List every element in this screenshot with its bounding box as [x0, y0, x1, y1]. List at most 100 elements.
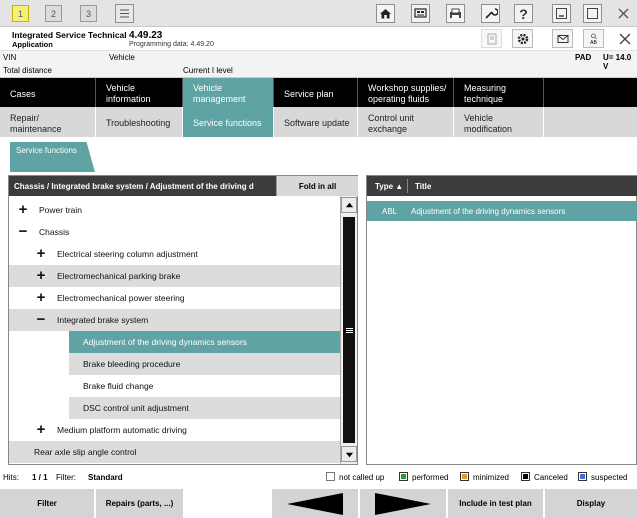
function-tree-panel: Chassis / Integrated brake system / Adju…: [8, 175, 358, 465]
tree-item-label: Electromechanical parking brake: [57, 271, 181, 281]
legend-minimized-icon: [460, 472, 469, 481]
legend-not-called-up: not called up: [339, 473, 385, 482]
tree-item[interactable]: + Electrical steering column adjustment: [9, 243, 340, 265]
tree-item[interactable]: Brake fluid change: [69, 375, 340, 397]
hits-value: 1 / 1: [32, 473, 48, 482]
legend-performed: performed: [412, 473, 449, 482]
app-version: 4.49.23: [129, 30, 163, 41]
workspace-2-button[interactable]: 2: [45, 5, 62, 22]
tab-cases[interactable]: Cases: [0, 78, 96, 107]
scroll-up-icon[interactable]: [341, 197, 357, 213]
minimize-icon[interactable]: [552, 4, 571, 23]
tree-item[interactable]: Brake bleeding procedure: [69, 353, 340, 375]
vehicle-bar: VIN Vehicle Total distance Current I lev…: [0, 51, 637, 78]
legend-not-called-up-icon: [326, 472, 335, 481]
tree-item[interactable]: DSC control unit adjustment: [69, 397, 340, 419]
tree-item-label: Brake bleeding procedure: [83, 359, 181, 369]
repairs-button[interactable]: Repairs (parts, ...): [96, 489, 185, 518]
arrow-left-icon: [287, 492, 343, 515]
print-icon[interactable]: [446, 4, 465, 23]
collapse-icon[interactable]: −: [34, 312, 48, 327]
expand-icon[interactable]: +: [34, 268, 48, 283]
expand-icon[interactable]: +: [34, 422, 48, 437]
vehicle-label: Vehicle: [109, 53, 135, 62]
workspace-1-button[interactable]: 1: [12, 5, 29, 22]
previous-button[interactable]: [272, 489, 360, 518]
close-icon[interactable]: [614, 4, 633, 23]
tab-service-plan[interactable]: Service plan: [274, 78, 358, 107]
arrow-right-icon: [375, 492, 431, 515]
tab-workshop-supplies[interactable]: Workshop supplies/ operating fluids: [358, 78, 454, 107]
tree-item-label: Medium platform automatic driving: [57, 425, 187, 435]
list-icon[interactable]: [115, 4, 134, 23]
column-type[interactable]: Type ▲: [375, 182, 403, 191]
tab-vehicle-modification[interactable]: Vehicle modification: [454, 107, 544, 137]
tree-item-label: Electromechanical power steering: [57, 293, 185, 303]
application-info-bar: Integrated Service Technical Application…: [0, 27, 637, 51]
tab-troubleshooting[interactable]: Troubleshooting: [96, 107, 183, 137]
column-title[interactable]: Title: [415, 182, 431, 191]
home-icon[interactable]: [376, 4, 395, 23]
tree-item[interactable]: + Electromechanical power steering: [9, 287, 340, 309]
tree-item[interactable]: − Integrated brake system: [9, 309, 340, 331]
tree-item-label: Brake fluid change: [83, 381, 154, 391]
restore-icon[interactable]: [583, 4, 602, 23]
bottom-action-bar: Filter Repairs (parts, ...) Include in t…: [0, 489, 637, 518]
top-toolbar: 1 2 3 ?: [0, 0, 637, 27]
tree-scrollbar[interactable]: [340, 196, 357, 464]
tree-header: Chassis / Integrated brake system / Adju…: [9, 176, 358, 196]
display-button[interactable]: Display: [545, 489, 637, 518]
legend-canceled-icon: [521, 472, 530, 481]
workspace-3-button[interactable]: 3: [80, 5, 97, 22]
scroll-down-icon[interactable]: [341, 446, 357, 462]
expand-icon[interactable]: +: [16, 202, 30, 217]
tab-measuring-technique[interactable]: Measuring technique: [454, 78, 544, 107]
expand-icon[interactable]: +: [34, 290, 48, 305]
result-row[interactable]: ABL Adjustment of the driving dynamics s…: [367, 201, 637, 221]
tree-item[interactable]: + Electromechanical parking brake: [9, 265, 340, 287]
tree-item-label: Adjustment of the driving dynamics senso…: [83, 337, 247, 347]
scroll-thumb[interactable]: [343, 217, 355, 443]
expand-icon[interactable]: +: [34, 246, 48, 261]
tree-item-label: DSC control unit adjustment: [83, 403, 189, 413]
tree-item[interactable]: + Power train: [9, 199, 340, 221]
legend-canceled: Canceled: [534, 473, 568, 482]
help-icon[interactable]: ?: [514, 4, 533, 23]
result-type: ABL: [382, 207, 398, 216]
result-title: Adjustment of the driving dynamics senso…: [411, 207, 566, 216]
next-button[interactable]: [360, 489, 448, 518]
tab-vehicle-management[interactable]: Vehicle management: [183, 78, 274, 107]
legend-performed-icon: [399, 472, 408, 481]
fold-in-all-button[interactable]: Fold in all: [276, 176, 358, 196]
document-icon[interactable]: [481, 29, 502, 48]
tab-vehicle-information[interactable]: Vehicle information: [96, 78, 183, 107]
tab-repair-maintenance[interactable]: Repair/ maintenance: [0, 107, 96, 137]
empty-slot: [185, 489, 272, 518]
wrench-icon[interactable]: [481, 4, 500, 23]
include-in-test-plan-button[interactable]: Include in test plan: [448, 489, 545, 518]
tab-service-functions-sub[interactable]: Service functions: [10, 142, 95, 172]
vehicle-icon[interactable]: [411, 4, 430, 23]
mail-icon[interactable]: [552, 29, 573, 48]
tree-item-label: Integrated brake system: [57, 315, 149, 325]
collapse-icon[interactable]: −: [16, 224, 30, 239]
breadcrumb: Chassis / Integrated brake system / Adju…: [14, 182, 254, 191]
subtab-area: Service functions: [0, 137, 637, 172]
voltage-value: U= 14.0 V: [603, 53, 632, 71]
tab-control-unit-exchange[interactable]: Control unit exchange: [358, 107, 454, 137]
legend-minimized: minimized: [473, 473, 510, 482]
close-icon[interactable]: [614, 29, 635, 48]
tree-item-label: Power train: [39, 205, 82, 215]
filter-button[interactable]: Filter: [0, 489, 96, 518]
results-header: Type ▲ Title: [367, 176, 637, 196]
tree-item[interactable]: + Medium platform automatic driving: [9, 419, 340, 441]
zoom-icon[interactable]: AB: [583, 29, 604, 48]
tree-item[interactable]: Rear axle slip angle control: [9, 441, 340, 463]
tree-item[interactable]: − Chassis: [9, 221, 340, 243]
tab-software-update[interactable]: Software update: [274, 107, 358, 137]
tree-item[interactable]: Adjustment of the driving dynamics senso…: [69, 331, 340, 353]
hits-label: Hits:: [3, 473, 19, 482]
programming-data: Programming data: 4.49.20: [129, 41, 214, 48]
tab-service-functions[interactable]: Service functions: [183, 107, 274, 137]
settings-icon[interactable]: [512, 29, 533, 48]
